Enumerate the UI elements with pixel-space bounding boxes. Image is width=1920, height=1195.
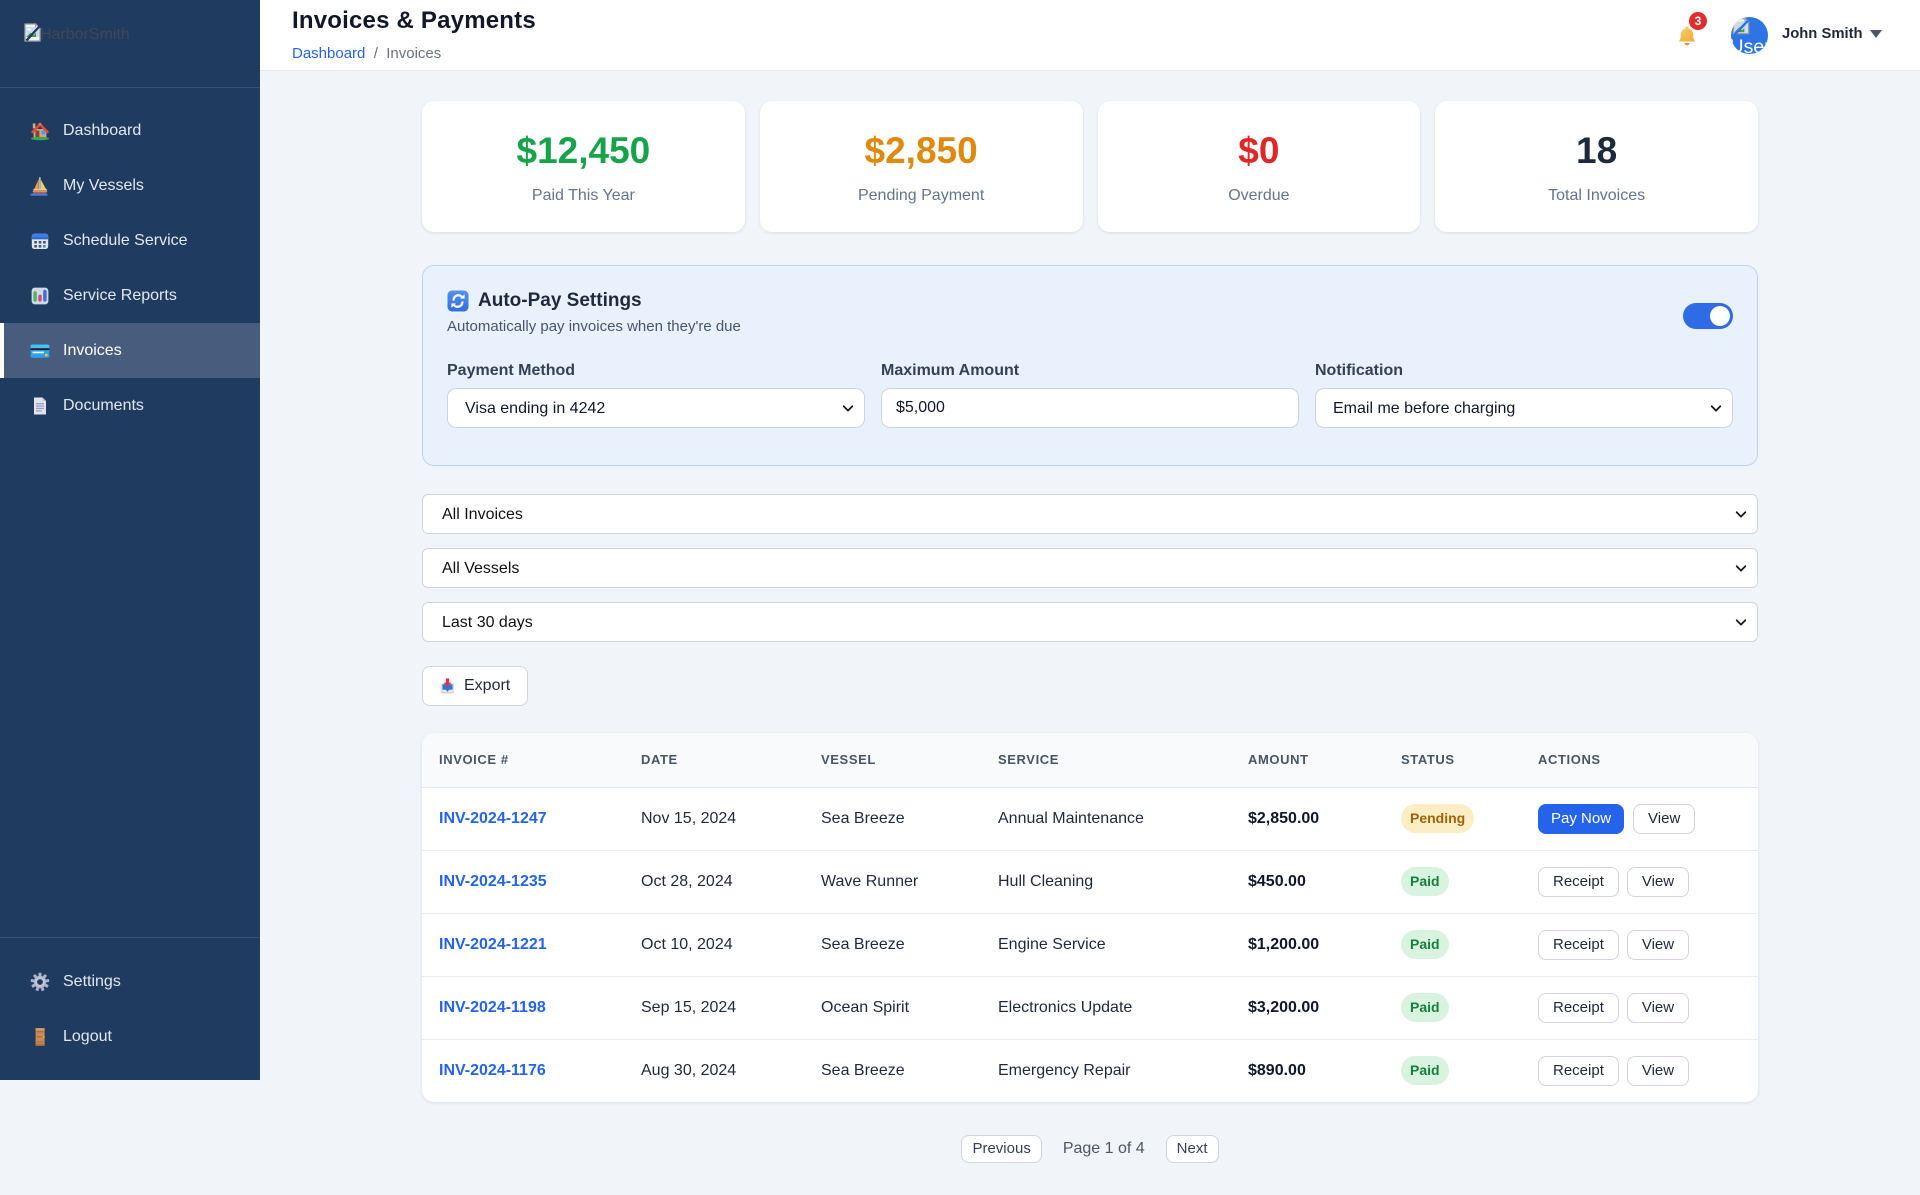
svg-text:User: User — [1731, 36, 1768, 54]
